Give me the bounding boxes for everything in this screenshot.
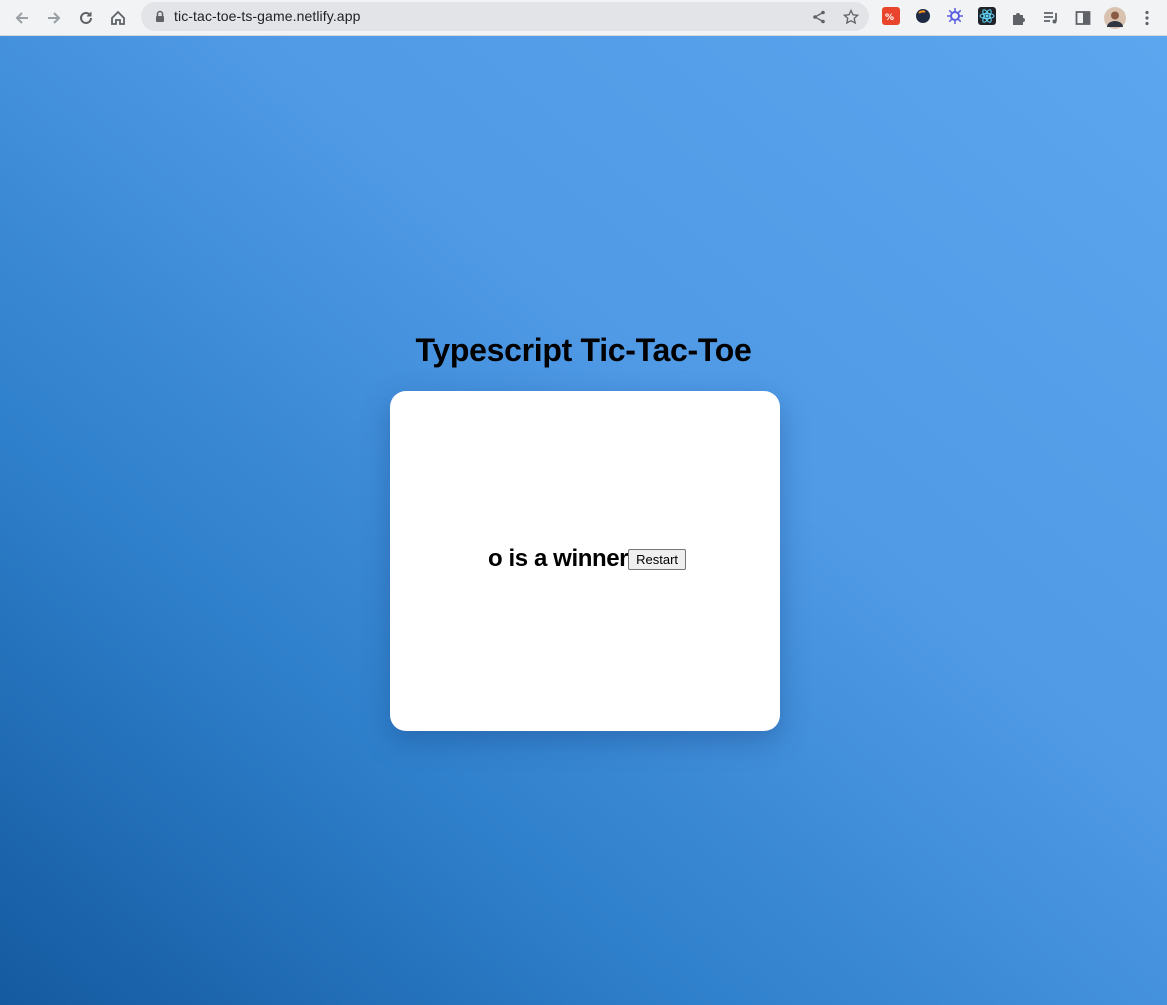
browser-toolbar: tic-tac-toe-ts-game.netlify.app % — [0, 0, 1167, 36]
game-board-card: o is a winner Restart — [390, 391, 780, 731]
puzzle-icon[interactable] — [1007, 6, 1031, 30]
dark-circle-extension-icon[interactable] — [914, 7, 932, 25]
svg-text:%: % — [885, 13, 894, 23]
game-status-row: o is a winner Restart — [390, 545, 780, 573]
profile-avatar[interactable] — [1103, 6, 1127, 30]
media-control-icon[interactable] — [1039, 6, 1063, 30]
url-text[interactable]: tic-tac-toe-ts-game.netlify.app — [174, 8, 360, 24]
reload-icon[interactable] — [74, 6, 98, 30]
share-icon[interactable] — [809, 7, 829, 27]
back-arrow-icon[interactable] — [10, 6, 34, 30]
restart-button[interactable]: Restart — [628, 548, 687, 570]
gear-extension-icon[interactable] — [946, 7, 964, 25]
more-menu-icon[interactable] — [1135, 6, 1159, 30]
forward-arrow-icon[interactable] — [42, 6, 66, 30]
star-icon[interactable] — [841, 7, 861, 27]
page-viewport: Typescript Tic-Tac-Toe o is a winner Res… — [0, 36, 1167, 1005]
winner-status-text: o is a winner — [487, 545, 629, 572]
side-panel-icon[interactable] — [1071, 6, 1095, 30]
lock-icon[interactable] — [153, 9, 167, 24]
address-bar[interactable]: tic-tac-toe-ts-game.netlify.app — [141, 2, 869, 31]
translate-extension-icon[interactable]: % — [882, 7, 900, 25]
react-devtools-icon[interactable] — [978, 7, 996, 25]
page-title: Typescript Tic-Tac-Toe — [415, 332, 752, 368]
home-icon[interactable] — [106, 6, 130, 30]
